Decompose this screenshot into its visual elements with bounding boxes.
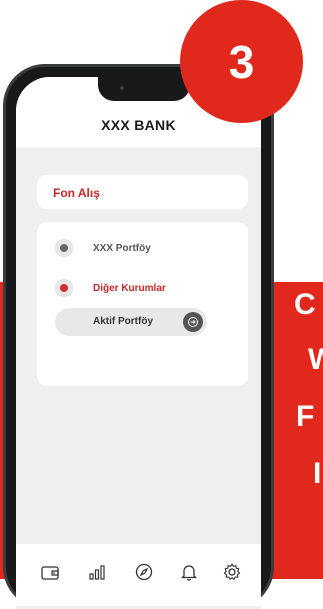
radio-dot-selected	[60, 284, 68, 292]
aktif-portfoy-button[interactable]: Aktif Portföy	[55, 308, 207, 336]
phone-frame: XXX BANK Fon Alış XXX Portföy Diğer Kuru…	[3, 64, 274, 609]
bell-icon[interactable]	[179, 562, 199, 582]
side-text-line-4: I	[313, 457, 322, 490]
options-card: XXX Portföy Diğer Kurumlar Aktif Portföy	[37, 222, 248, 386]
compass-icon[interactable]	[134, 562, 154, 582]
gear-icon[interactable]	[222, 562, 242, 582]
phone-screen: XXX BANK Fon Alış XXX Portföy Diğer Kuru…	[16, 77, 261, 609]
bottom-tab-bar	[16, 544, 261, 606]
wallet-icon[interactable]	[40, 562, 60, 582]
radio-diger-kurumlar[interactable]	[55, 279, 73, 297]
aktif-portfoy-label: Aktif Portföy	[93, 316, 153, 327]
radio-xxx-portfoy[interactable]	[55, 239, 73, 257]
side-text-line-2: W	[308, 343, 323, 376]
option-label-diger-kurumlar[interactable]: Diğer Kurumlar	[93, 283, 166, 294]
step-number: 3	[228, 36, 255, 88]
section-title-card: Fon Alış	[37, 175, 248, 209]
phone-notch	[98, 77, 190, 101]
bar-chart-icon[interactable]	[87, 562, 107, 582]
side-text-line-1: C	[294, 288, 316, 321]
section-title: Fon Alış	[53, 186, 100, 200]
radio-dot	[60, 244, 68, 252]
camera-dot	[120, 86, 124, 90]
step-badge: 3	[180, 0, 303, 123]
option-label-xxx-portfoy[interactable]: XXX Portföy	[93, 243, 151, 254]
arrow-circle-icon[interactable]	[183, 312, 203, 332]
side-text-line-3: F	[296, 400, 315, 433]
